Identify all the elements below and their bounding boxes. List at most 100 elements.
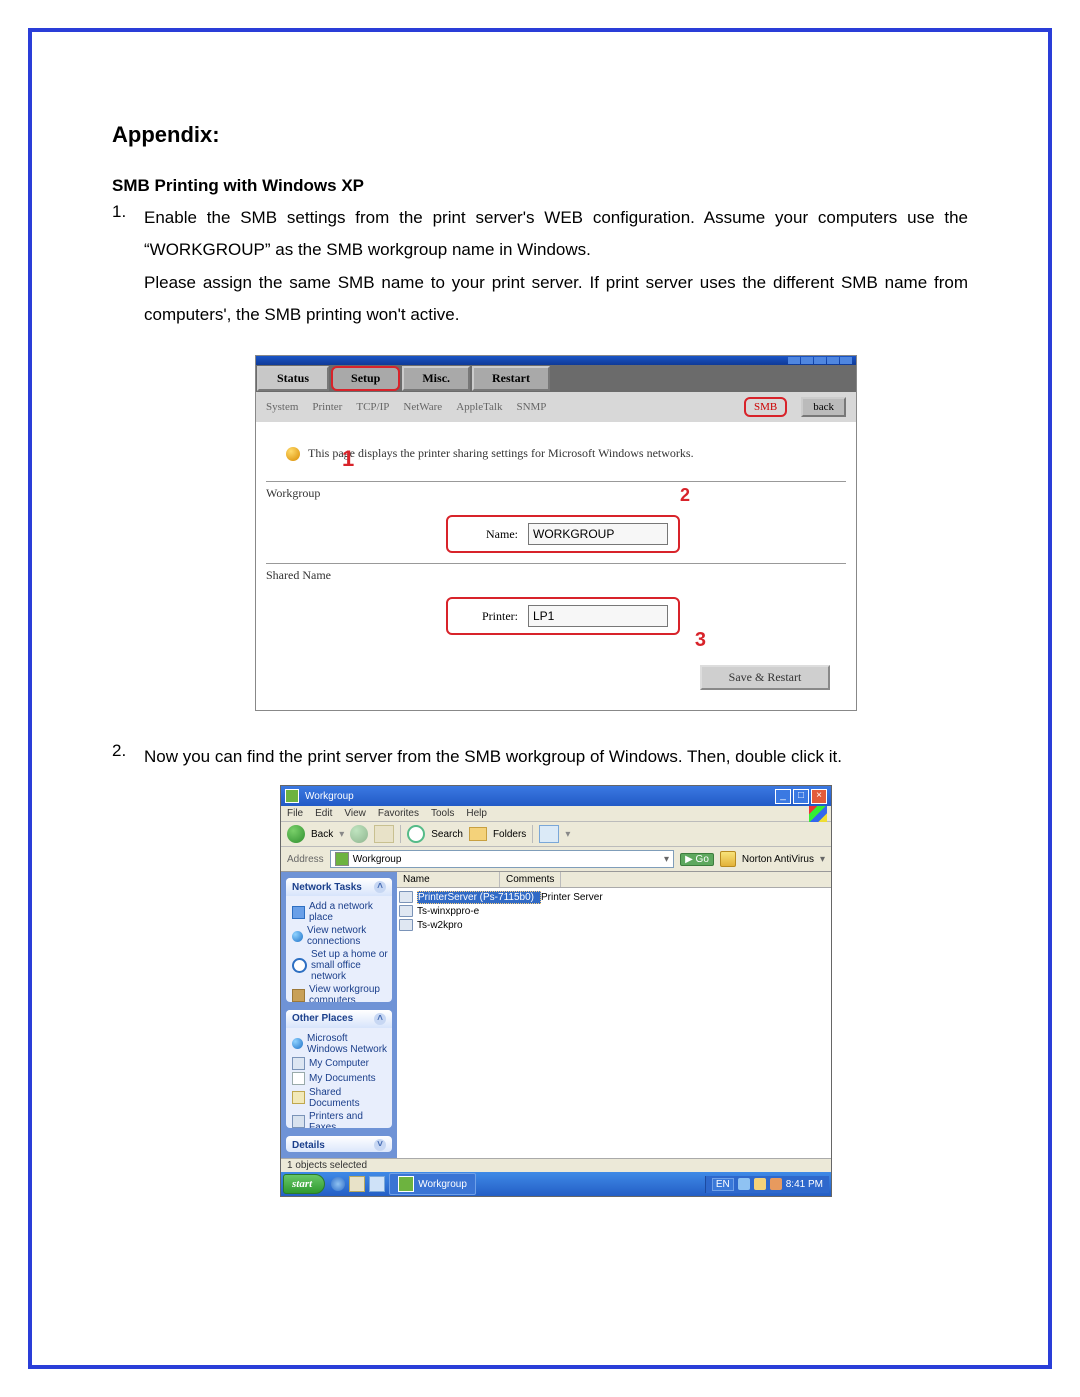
address-value: Workgroup — [353, 854, 402, 865]
menu-bar: File Edit View Favorites Tools Help — [281, 806, 831, 822]
back-label[interactable]: Back — [311, 829, 333, 840]
printer-label: Printer: — [458, 609, 518, 624]
task-view-conn[interactable]: View network connections — [292, 924, 388, 948]
info-text: This page displays the printer sharing s… — [308, 446, 694, 461]
place-my-computer[interactable]: My Computer — [292, 1056, 388, 1071]
task-setup-net[interactable]: Set up a home or small office network — [292, 948, 388, 983]
xp-titlebar: Workgroup _ □ × — [281, 786, 831, 806]
start-button[interactable]: start — [283, 1174, 325, 1194]
norton-label: Norton AntiVirus — [742, 854, 814, 865]
windows-flag-icon — [809, 806, 827, 822]
bulb-icon — [286, 447, 300, 461]
go-button[interactable]: ▶ Go — [680, 853, 714, 866]
col-comments[interactable]: Comments — [500, 872, 561, 887]
panel-other-places: Other Places˄ Microsoft Windows Network … — [286, 1010, 392, 1129]
name-label: Name: — [458, 527, 518, 542]
col-name[interactable]: Name — [397, 872, 500, 887]
list-item[interactable]: Ts-w2kpro — [397, 918, 831, 932]
back-button[interactable]: back — [801, 397, 846, 417]
computer-icon — [399, 919, 413, 931]
panel-network-tasks: Network Tasks ˄ Add a network place View … — [286, 878, 392, 1001]
chevron-icon[interactable]: ˅ — [374, 1139, 386, 1151]
back-icon[interactable] — [287, 825, 305, 843]
minimize-button[interactable]: _ — [775, 789, 791, 804]
place-shared-docs[interactable]: Shared Documents — [292, 1086, 388, 1110]
place-printers[interactable]: Printers and Faxes — [292, 1110, 388, 1129]
tab-setup[interactable]: Setup — [331, 366, 400, 391]
folders-label[interactable]: Folders — [493, 829, 526, 840]
search-label[interactable]: Search — [431, 829, 463, 840]
annotation-1: 1 — [342, 446, 354, 472]
tab-restart[interactable]: Restart — [472, 366, 550, 391]
address-icon — [335, 852, 349, 866]
appendix-heading: Appendix: — [112, 122, 968, 148]
info-message: This page displays the printer sharing s… — [286, 446, 846, 461]
views-icon[interactable] — [539, 825, 559, 843]
chevron-icon[interactable]: ˄ — [374, 1013, 386, 1025]
step-1-text-b: Please assign the same SMB name to your … — [144, 267, 968, 332]
system-tray: EN 8:41 PM — [705, 1176, 829, 1193]
menu-tools[interactable]: Tools — [431, 808, 454, 819]
menu-file[interactable]: File — [287, 808, 303, 819]
subtab-netware[interactable]: NetWare — [403, 401, 442, 413]
menu-favorites[interactable]: Favorites — [378, 808, 419, 819]
step-2-text: Now you can find the print server from t… — [144, 741, 968, 773]
tab-status[interactable]: Status — [257, 366, 329, 391]
workgroup-name-input[interactable] — [528, 523, 668, 545]
menu-help[interactable]: Help — [466, 808, 487, 819]
subtab-printer[interactable]: Printer — [312, 401, 342, 413]
lang-indicator[interactable]: EN — [712, 1178, 734, 1191]
step-1-number: 1. — [112, 202, 126, 222]
task-view-workgroup[interactable]: View workgroup computers — [292, 983, 388, 1001]
quicklaunch-icon[interactable] — [349, 1176, 365, 1192]
step-1: 1. Enable the SMB settings from the prin… — [112, 202, 968, 711]
taskbar: start Workgroup EN — [281, 1172, 831, 1196]
tray-icon[interactable] — [754, 1178, 766, 1190]
taskbar-item[interactable]: Workgroup — [389, 1173, 476, 1195]
tab-misc[interactable]: Misc. — [402, 366, 470, 391]
subtab-smb[interactable]: SMB — [744, 397, 787, 417]
step-1-text-a: Enable the SMB settings from the print s… — [144, 202, 968, 267]
item-name: Ts-w2kpro — [417, 920, 513, 931]
place-my-documents[interactable]: My Documents — [292, 1071, 388, 1086]
list-item[interactable]: Ts-winxppro-e — [397, 904, 831, 918]
chevron-icon[interactable]: ˄ — [374, 881, 386, 893]
task-add-place[interactable]: Add a network place — [292, 900, 388, 924]
up-icon[interactable] — [374, 825, 394, 843]
side-panel: Network Tasks ˄ Add a network place View … — [281, 872, 397, 1158]
printer-name-input[interactable] — [528, 605, 668, 627]
tray-icon[interactable] — [738, 1178, 750, 1190]
window-icon — [285, 789, 299, 803]
address-label: Address — [287, 854, 324, 865]
quicklaunch-icon[interactable] — [369, 1176, 385, 1192]
quicklaunch-icon[interactable] — [331, 1177, 345, 1191]
panel-title-network: Network Tasks — [292, 882, 362, 893]
task-label: Workgroup — [418, 1179, 467, 1190]
list-item[interactable]: PrinterServer (Ps-7115b0) Printer Server — [397, 890, 831, 904]
folders-icon[interactable] — [469, 827, 487, 841]
address-bar: Address Workgroup ▾ ▶ Go Norton AntiViru… — [281, 847, 831, 872]
tray-icon[interactable] — [770, 1178, 782, 1190]
subtab-tcpip[interactable]: TCP/IP — [356, 401, 389, 413]
subtab-snmp[interactable]: SNMP — [516, 401, 546, 413]
annotation-3: 3 — [695, 629, 706, 652]
status-bar: 1 objects selected — [281, 1158, 831, 1172]
subtab-appletalk[interactable]: AppleTalk — [456, 401, 502, 413]
search-icon[interactable] — [407, 825, 425, 843]
section-workgroup: Workgroup — [266, 481, 846, 505]
subtab-system[interactable]: System — [266, 401, 298, 413]
menu-view[interactable]: View — [344, 808, 366, 819]
close-button[interactable]: × — [811, 789, 827, 804]
task-icon — [398, 1176, 414, 1192]
forward-icon[interactable] — [350, 825, 368, 843]
section-shared-name: Shared Name — [266, 563, 846, 587]
smb-config-body: 1 2 3 This page displays the printer sha… — [256, 422, 856, 710]
norton-icon[interactable] — [720, 851, 736, 867]
maximize-button[interactable]: □ — [793, 789, 809, 804]
place-ms-network[interactable]: Microsoft Windows Network — [292, 1032, 388, 1056]
save-restart-button[interactable]: Save & Restart — [700, 665, 830, 690]
address-input[interactable]: Workgroup ▾ — [330, 850, 674, 868]
menu-edit[interactable]: Edit — [315, 808, 332, 819]
main-tabs: Status Setup Misc. Restart — [256, 365, 856, 392]
toolbar: Back ▾ Search Folders ▾ — [281, 822, 831, 847]
